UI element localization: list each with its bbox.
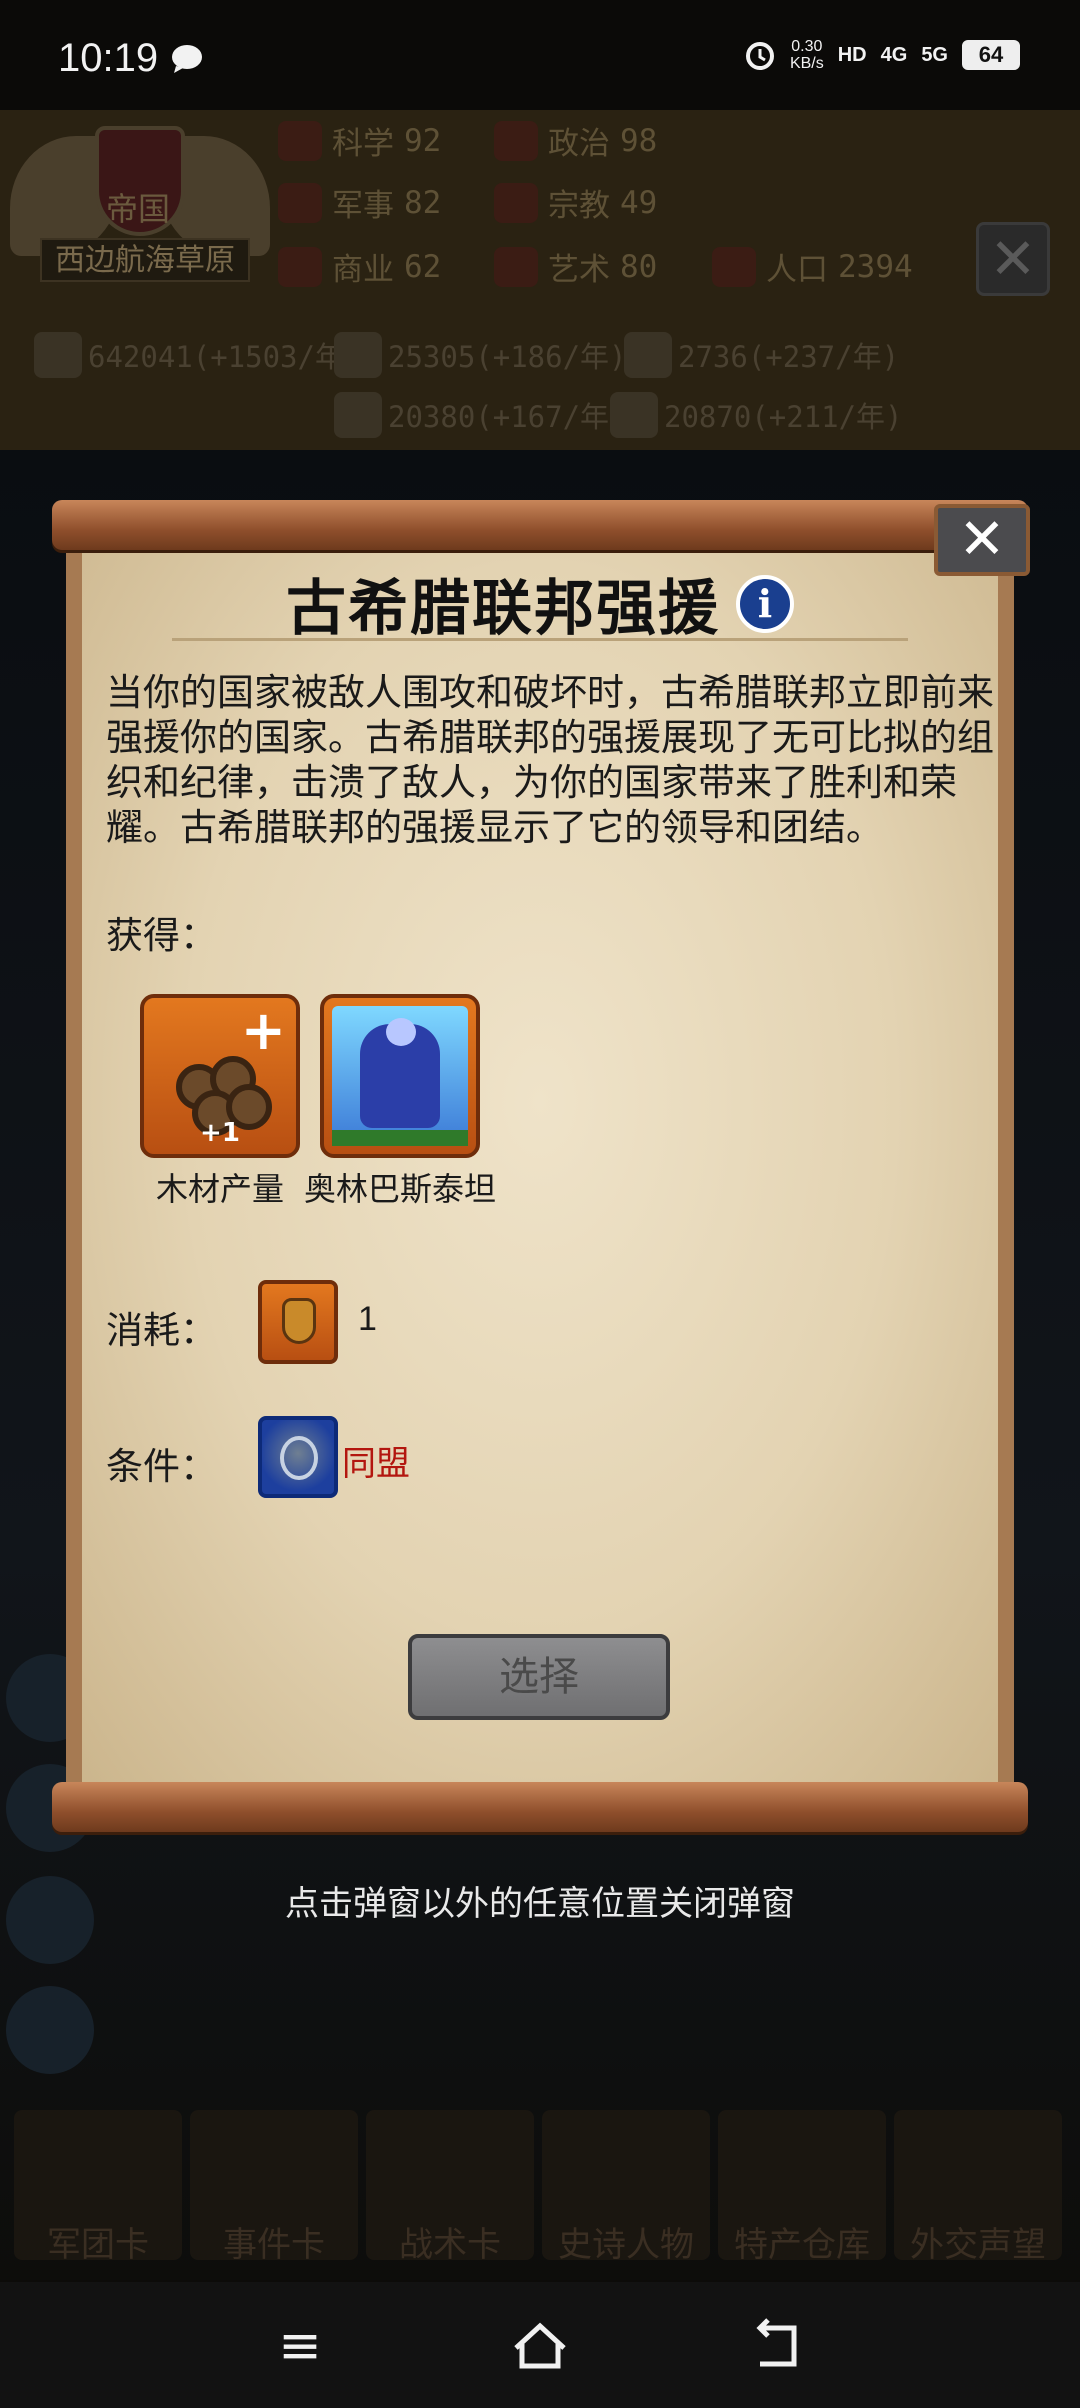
reward-badge: +1 <box>200 1118 240 1148</box>
reward-olympus-titan[interactable]: 奥林巴斯泰坦 <box>304 994 496 1210</box>
stat-military: 军事 82 <box>278 180 441 225</box>
wood-icon <box>334 332 382 378</box>
resource-gold: 642041(+1503/年) <box>34 332 361 378</box>
popup-description: 当你的国家被敌人围攻和破坏时，古希腊联邦立即前来强援你的国家。古希腊联邦的强援展… <box>106 671 994 849</box>
art-icon <box>494 246 538 287</box>
info-icon[interactable]: i <box>736 574 794 633</box>
card-tactic[interactable]: 战术卡 <box>366 2110 534 2265</box>
stat-population: 人口 2394 <box>712 244 913 289</box>
condition-text: 同盟 <box>342 1444 410 1484</box>
network-5g-signal: 5G <box>921 43 948 66</box>
alarm-icon <box>745 42 774 70</box>
gold-icon <box>34 332 82 378</box>
help-side-button[interactable] <box>6 1986 94 2074</box>
stat-religion: 宗教 49 <box>494 180 657 225</box>
iron-icon <box>624 332 672 378</box>
resource-iron: 2736(+237/年) <box>624 332 899 378</box>
religion-icon <box>494 182 538 223</box>
title-divider <box>172 638 908 641</box>
resource-stone: 20380(+167/年) <box>334 392 627 438</box>
wood-logs-icon: + +1 <box>140 994 300 1158</box>
resource-wood: 25305(+186/年) <box>334 332 627 378</box>
card-specialty-warehouse[interactable]: 特产仓库 <box>718 2110 886 2265</box>
stat-commerce: 商业 62 <box>278 244 441 289</box>
reward-label: 奥林巴斯泰坦 <box>303 1170 496 1208</box>
meat-icon <box>610 392 658 438</box>
cost-amount: 1 <box>358 1300 377 1338</box>
clock: 10:19 <box>58 36 159 80</box>
home-icon[interactable] <box>508 2314 572 2378</box>
gain-label: 获得： <box>106 914 217 957</box>
population-icon <box>712 246 756 287</box>
battery-indicator: 64 <box>962 40 1020 70</box>
game-header: 帝国 西边航海草原 科学 92 政治 98 军事 82 宗教 49 商业 62 艺术 80 … <box>0 110 1080 450</box>
realm-name: 西边航海草原 <box>40 238 250 282</box>
reward-wood-output[interactable]: + +1 木材产量 <box>140 994 300 1210</box>
close-hint: 点击弹窗以外的任意位置关闭弹窗 <box>285 1884 795 1924</box>
scroll-rod-top <box>52 500 1028 550</box>
navigation-bar: ≡ <box>0 2282 1080 2408</box>
military-icon <box>278 182 322 223</box>
menu-icon[interactable]: ≡ <box>268 2314 332 2378</box>
realm-type: 帝国 <box>106 190 171 228</box>
stone-icon <box>334 392 382 438</box>
resource-meat: 20870(+211/年) <box>610 392 903 438</box>
cost-label: 消耗： <box>106 1309 217 1352</box>
potion-flask-icon[interactable] <box>258 1280 338 1364</box>
politics-icon <box>494 120 538 161</box>
network-4g-signal: 4G <box>880 43 908 66</box>
card-event[interactable]: 事件卡 <box>190 2110 358 2265</box>
select-button[interactable]: 选择 <box>408 1634 670 1720</box>
scroll-rod-bottom <box>52 1782 1028 1832</box>
event-popup: ✕ 古希腊联邦强援 i 当你的国家被敌人围攻和破坏时，古希腊联邦立即前来强援你的… <box>52 500 1030 1850</box>
header-close-button[interactable]: ✕ <box>976 222 1050 296</box>
condition-label: 条件： <box>106 1445 217 1488</box>
net-speed: 0.30 KB/s <box>789 38 824 72</box>
card-diplomacy[interactable]: 外交声望 <box>894 2110 1062 2265</box>
stat-science: 科学 92 <box>278 118 441 163</box>
popup-title: 古希腊联邦强援 <box>286 574 720 644</box>
bottom-card-bar: 军团卡 事件卡 战术卡 史诗人物 特产仓库 外交声望 <box>0 2100 1080 2280</box>
hd-badge: HD <box>837 43 867 66</box>
plus-icon: + <box>240 999 286 1062</box>
status-bar: 10:19 0.30 KB/s HD 4G 5G 64 <box>0 0 1080 110</box>
card-legion[interactable]: 军团卡 <box>14 2110 182 2265</box>
stat-politics: 政治 98 <box>494 118 657 163</box>
stat-art: 艺术 80 <box>494 244 657 289</box>
science-icon <box>278 120 322 161</box>
card-epic-hero[interactable]: 史诗人物 <box>542 2110 710 2265</box>
commerce-icon <box>278 246 322 287</box>
titan-icon <box>320 994 480 1158</box>
alliance-emblem-icon[interactable] <box>258 1416 338 1498</box>
back-icon[interactable] <box>748 2314 812 2378</box>
popup-title-row: 古希腊联邦强援 i <box>52 560 1028 647</box>
chat-notification-icon <box>172 45 202 73</box>
realm-emblem[interactable]: 帝国 西边航海草原 <box>10 116 270 306</box>
